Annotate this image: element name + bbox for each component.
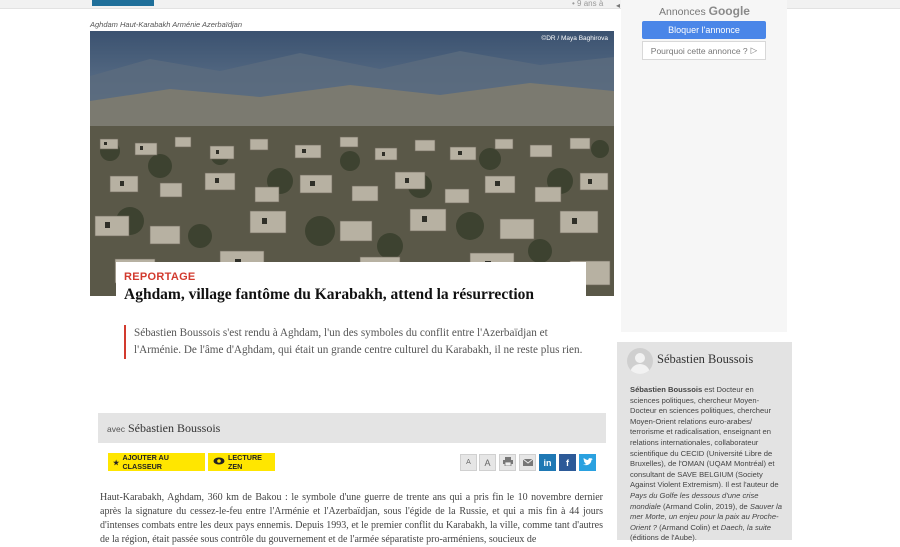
author-link[interactable]: Sébastien Boussois: [128, 421, 220, 436]
email-button[interactable]: [519, 454, 536, 471]
linkedin-share-button[interactable]: in: [539, 454, 556, 471]
author-prefix: avec: [107, 424, 125, 434]
facebook-icon: f: [566, 457, 569, 468]
twitter-icon: [582, 457, 593, 468]
mail-icon: [522, 458, 533, 468]
font-decrease-button[interactable]: A: [460, 454, 477, 471]
ad-brand: Google: [708, 4, 750, 18]
zen-reading-label: LECTURE ZEN: [228, 453, 262, 471]
ad-label: Annonces Google: [659, 4, 750, 18]
section-tag[interactable]: [92, 0, 154, 6]
article-body: Haut-Karabakh, Aghdam, 360 km de Bakou :…: [100, 492, 603, 545]
author-book-3: Daech, la suite: [720, 522, 771, 532]
play-icon: ▷: [750, 45, 758, 55]
facebook-share-button[interactable]: f: [559, 454, 576, 471]
add-to-folder-button[interactable]: ★ AJOUTER AU CLASSEUR: [108, 453, 205, 471]
article-photo: ©DR / Maya Baghirova: [90, 31, 614, 296]
block-ad-button[interactable]: Bloquer l'annonce: [642, 21, 766, 39]
twitter-share-button[interactable]: [579, 454, 596, 471]
font-increase-label: A: [484, 457, 491, 468]
back-arrow-icon[interactable]: ◂: [616, 1, 620, 10]
ad-panel: Annonces Google Bloquer l'annonce Pourqu…: [621, 0, 787, 332]
font-increase-button[interactable]: A: [479, 454, 496, 471]
author-bio-name: Sébastien Boussois: [630, 385, 703, 394]
linkedin-icon: in: [543, 457, 552, 468]
article-headline: Aghdam, village fantôme du Karabakh, att…: [124, 286, 535, 303]
author-bio: Sébastien Boussois est Docteur en scienc…: [630, 385, 782, 544]
author-bio-text-4: (éditions de l'Aube).: [630, 533, 697, 543]
font-decrease-label: A: [466, 459, 471, 466]
add-to-folder-label: AJOUTER AU CLASSEUR: [122, 453, 169, 471]
author-card-name[interactable]: Sébastien Boussois: [657, 352, 753, 367]
print-button[interactable]: [499, 454, 516, 471]
author-card: Sébastien Boussois Sébastien Boussois es…: [617, 342, 792, 542]
article-lead: Sébastien Boussois s'est rendu à Aghdam,…: [124, 325, 594, 359]
avatar: [627, 348, 653, 374]
zen-reading-button[interactable]: LECTURE ZEN: [208, 453, 275, 471]
photo-credit: ©DR / Maya Baghirova: [541, 35, 608, 42]
photo-caption: Aghdam Haut-Karabakh Arménie Azerbaïdjan: [90, 20, 243, 29]
author-bio-text-2: (Armand Colin, 2019), de: [660, 501, 750, 511]
eye-icon: [213, 457, 225, 467]
print-icon: [502, 457, 513, 468]
ruined-village-image: [90, 31, 614, 296]
star-icon: ★: [113, 457, 120, 467]
why-this-ad-label: Pourquoi cette annonce ?: [650, 45, 748, 56]
article-kicker[interactable]: REPORTAGE: [124, 271, 196, 283]
date-fragment: • 9 ans à: [572, 0, 604, 8]
why-this-ad-button[interactable]: Pourquoi cette annonce ? ▷: [642, 41, 766, 60]
author-bio-text: est Docteur en sciences politiques, cher…: [630, 385, 779, 490]
author-bio-text-3: (Armand Colin) et: [657, 522, 721, 532]
ad-label-text: Annonces: [659, 6, 706, 18]
headline-box: REPORTAGE Aghdam, village fantôme du Kar…: [116, 262, 586, 312]
author-bar: avec Sébastien Boussois: [98, 413, 606, 443]
